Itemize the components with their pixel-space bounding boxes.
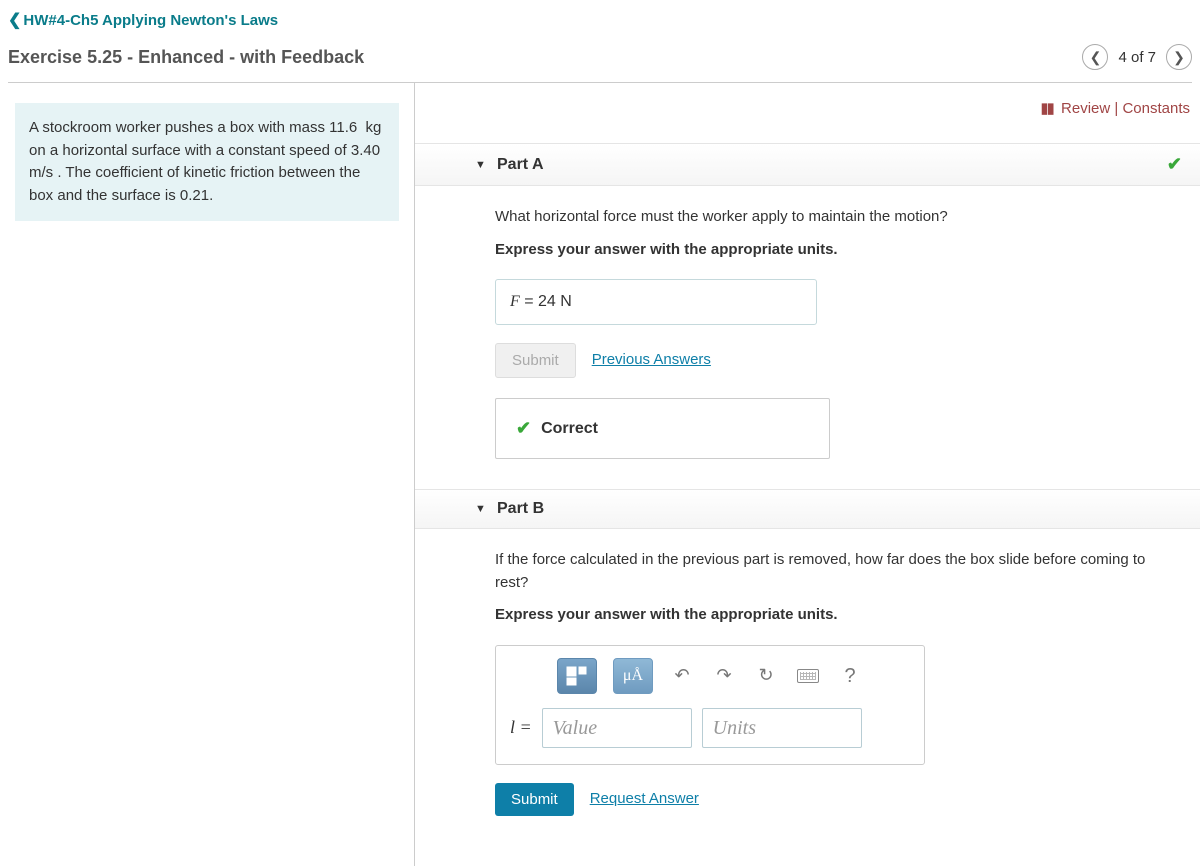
variable-label: l =: [510, 714, 532, 741]
review-link[interactable]: Review: [1061, 100, 1110, 117]
review-links: ▮▮ Review | Constants: [1040, 100, 1190, 117]
part-b-title: Part B: [497, 500, 544, 518]
part-b-question: If the force calculated in the previous …: [495, 549, 1180, 594]
breadcrumb-text: HW#4-Ch5 Applying Newton's Laws: [23, 12, 278, 29]
caret-down-icon: ▼: [475, 503, 486, 515]
value-input[interactable]: Value: [542, 708, 692, 748]
redo-icon[interactable]: ↷: [711, 663, 737, 689]
units-input[interactable]: Units: [702, 708, 862, 748]
part-b-instruction: Express your answer with the appropriate…: [495, 604, 1180, 627]
reset-icon[interactable]: ↻: [753, 663, 779, 689]
answer-input-panel: μÅ ↶ ↷ ↻ ? l = Value Units: [495, 645, 925, 765]
part-a-instruction: Express your answer with the appropriate…: [495, 239, 1180, 262]
caret-down-icon: ▼: [475, 159, 486, 171]
check-icon: ✔: [516, 415, 531, 442]
templates-icon[interactable]: [557, 658, 597, 694]
review-icon: ▮▮: [1040, 100, 1053, 117]
part-b-header[interactable]: ▼ Part B: [415, 489, 1200, 529]
exercise-counter: 4 of 7: [1118, 49, 1156, 66]
part-a-title: Part A: [497, 156, 544, 174]
part-a-question: What horizontal force must the worker ap…: [495, 206, 1180, 229]
next-exercise-button[interactable]: ❯: [1166, 44, 1192, 70]
chevron-left-icon: ❮: [8, 10, 21, 30]
units-icon[interactable]: μÅ: [613, 658, 653, 694]
constants-link[interactable]: Constants: [1122, 100, 1190, 117]
prev-exercise-button[interactable]: ❮: [1082, 44, 1108, 70]
problem-statement: A stockroom worker pushes a box with mas…: [15, 103, 399, 221]
part-a-answer: F = 24 N: [495, 279, 817, 325]
page-title: Exercise 5.25 - Enhanced - with Feedback: [8, 47, 364, 68]
help-icon[interactable]: ?: [837, 663, 863, 689]
check-icon: ✔: [1167, 154, 1182, 175]
request-answer-link[interactable]: Request Answer: [590, 788, 699, 811]
feedback-correct: ✔ Correct: [495, 398, 830, 459]
part-a-header[interactable]: ▼ Part A ✔: [415, 143, 1200, 186]
submit-button[interactable]: Submit: [495, 783, 574, 816]
submit-button: Submit: [495, 343, 576, 378]
previous-answers-link[interactable]: Previous Answers: [592, 349, 711, 372]
undo-icon[interactable]: ↶: [669, 663, 695, 689]
breadcrumb[interactable]: ❮ HW#4-Ch5 Applying Newton's Laws: [8, 10, 1192, 30]
keyboard-icon[interactable]: [795, 663, 821, 689]
